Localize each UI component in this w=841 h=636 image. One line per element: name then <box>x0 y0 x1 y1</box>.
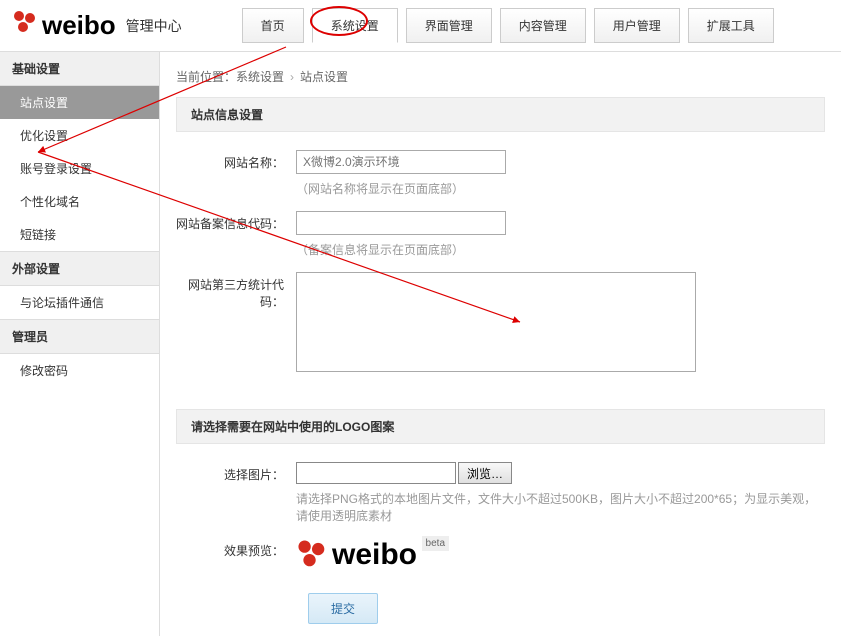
side-group-admin: 管理员 <box>0 319 159 354</box>
sidebar: 基础设置 站点设置 优化设置 账号登录设置 个性化域名 短链接 外部设置 与论坛… <box>0 52 160 636</box>
sidebar-item-site-settings[interactable]: 站点设置 <box>0 86 159 119</box>
sidebar-item-optimization[interactable]: 优化设置 <box>0 119 159 152</box>
preview-logo-icon <box>296 538 328 573</box>
breadcrumb-site: 站点设置 <box>300 70 348 84</box>
browse-button[interactable]: 浏览… <box>458 462 512 484</box>
logo-icon <box>12 9 38 42</box>
main-nav: 首页 系统设置 界面管理 内容管理 用户管理 扩展工具 <box>242 8 774 43</box>
nav-user-management[interactable]: 用户管理 <box>594 8 680 43</box>
nav-page-management[interactable]: 界面管理 <box>406 8 492 43</box>
side-group-external: 外部设置 <box>0 251 159 286</box>
label-site-name: 网站名称： <box>176 150 296 171</box>
file-path-input[interactable] <box>296 462 456 484</box>
hint-file: 请选择PNG格式的本地图片文件，文件大小不超过500KB，图片大小不超过200*… <box>296 490 825 524</box>
chevron-icon: › <box>290 70 294 84</box>
brand-name: weibo <box>42 10 116 41</box>
sidebar-item-login[interactable]: 账号登录设置 <box>0 152 159 185</box>
label-stats-code: 网站第三方统计代码： <box>176 272 296 310</box>
hint-site-name: （网站名称将显示在页面底部） <box>296 180 825 197</box>
breadcrumb-prefix: 当前位置： <box>176 70 236 84</box>
sidebar-item-domain[interactable]: 个性化域名 <box>0 185 159 218</box>
sidebar-item-change-password[interactable]: 修改密码 <box>0 354 159 387</box>
breadcrumb: 当前位置：系统设置 › 站点设置 <box>176 64 825 97</box>
icp-input[interactable] <box>296 211 506 235</box>
nav-system-settings[interactable]: 系统设置 <box>312 8 398 43</box>
site-name-input[interactable] <box>296 150 506 174</box>
label-preview: 效果预览： <box>176 538 296 559</box>
section-site-info: 站点信息设置 <box>176 97 825 132</box>
beta-badge: beta <box>422 536 449 551</box>
nav-home[interactable]: 首页 <box>242 8 304 43</box>
sidebar-item-bbs-plugin[interactable]: 与论坛插件通信 <box>0 286 159 319</box>
hint-icp: （备案信息将显示在页面底部） <box>296 241 825 258</box>
label-icp: 网站备案信息代码： <box>176 211 296 232</box>
section-logo-select: 请选择需要在网站中使用的LOGO图案 <box>176 409 825 444</box>
submit-button[interactable]: 提交 <box>308 593 378 624</box>
breadcrumb-system: 系统设置 <box>236 70 284 84</box>
label-file: 选择图片： <box>176 462 296 483</box>
nav-extension-tools[interactable]: 扩展工具 <box>688 8 774 43</box>
sidebar-item-shortlink[interactable]: 短链接 <box>0 218 159 251</box>
preview-brand-name: weibo beta <box>332 538 417 572</box>
stats-code-textarea[interactable] <box>296 272 696 372</box>
page-subtitle: 管理中心 <box>126 16 182 36</box>
logo-preview: weibo beta <box>296 538 825 573</box>
brand-logo: weibo <box>12 9 116 42</box>
nav-content-management[interactable]: 内容管理 <box>500 8 586 43</box>
side-group-basic: 基础设置 <box>0 52 159 86</box>
